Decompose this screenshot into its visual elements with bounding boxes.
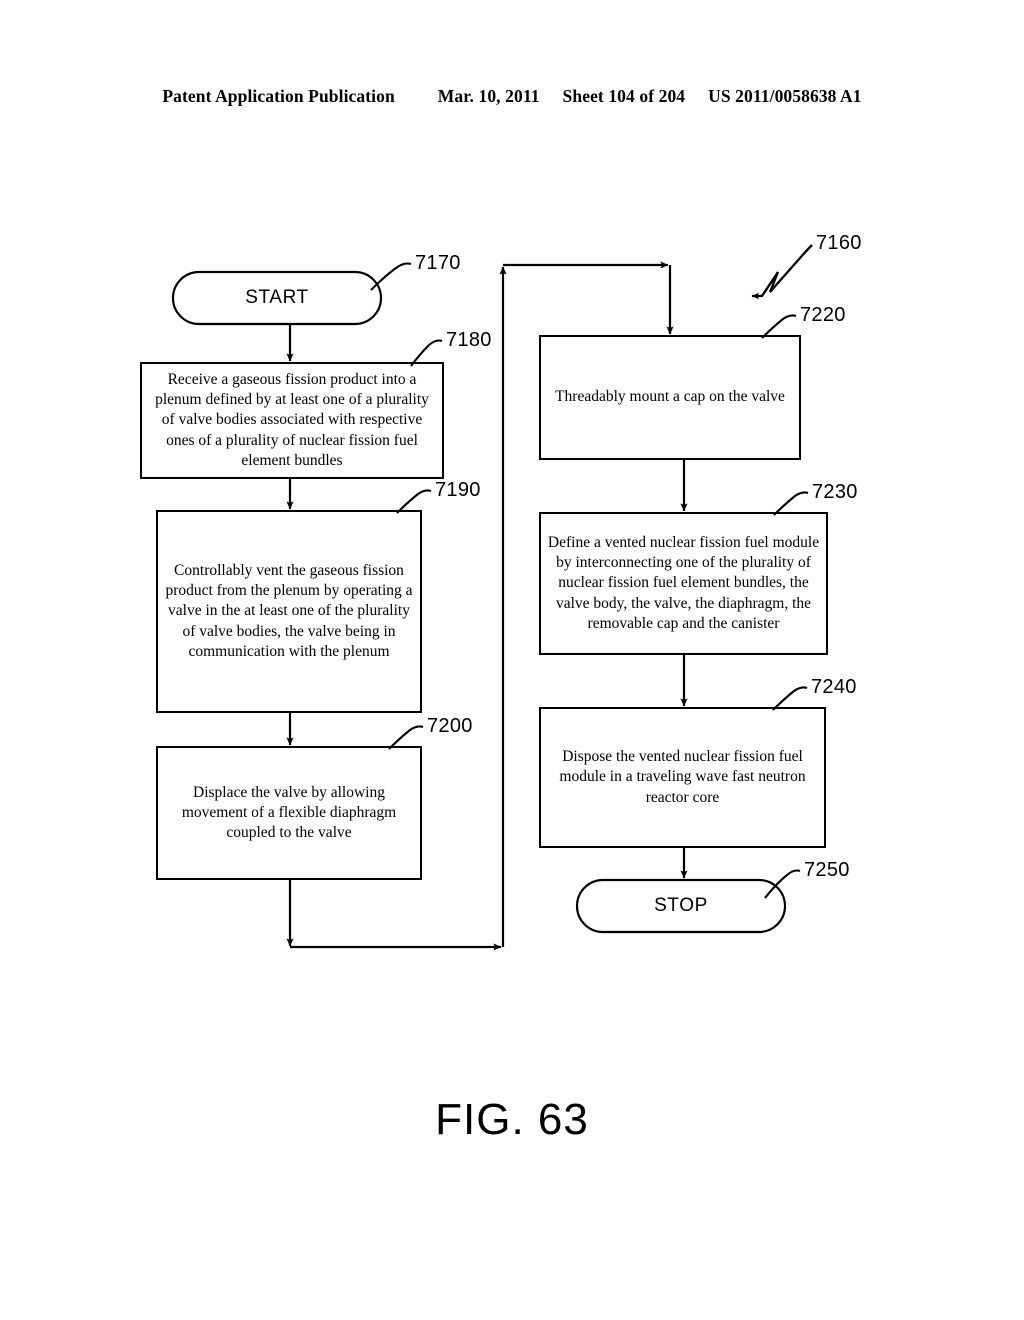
ref-label-7160: 7160 (816, 232, 862, 254)
ref-label-7170: 7170 (415, 252, 461, 274)
leader-7190 (396, 489, 432, 514)
ref-label-7250: 7250 (804, 859, 850, 881)
leader-7160-zigzag (751, 244, 813, 300)
ref-label-7180: 7180 (446, 329, 492, 351)
figure-caption: FIG. 63 (435, 1095, 589, 1144)
node-7220-label: Threadably mount a cap on the valve (555, 388, 785, 406)
node-start-label: START (245, 286, 309, 308)
ref-label-7220: 7220 (800, 304, 846, 326)
leader-7240 (772, 686, 808, 711)
ref-label-7200: 7200 (427, 715, 473, 737)
leader-7200 (388, 725, 424, 750)
node-7230-label: Define a vented nuclear fission fuel mod… (547, 534, 820, 632)
ref-label-7230: 7230 (812, 481, 858, 503)
node-stop-label: STOP (654, 894, 708, 916)
patent-figure-page: Patent Application Publication Mar. 10, … (0, 0, 1024, 1320)
node-7180-label: Receive a gaseous fission product into a… (155, 371, 429, 469)
leader-7220 (761, 314, 797, 339)
node-7240-label: Dispose the vented nuclear fission fuel … (559, 748, 806, 806)
ref-label-7190: 7190 (435, 479, 481, 501)
node-7190-label: Controllably vent the gaseous fission pr… (165, 562, 413, 660)
leader-7230 (773, 491, 809, 516)
node-7200-label: Displace the valve by allowing movement … (181, 783, 397, 842)
ref-label-7240: 7240 (811, 676, 857, 698)
